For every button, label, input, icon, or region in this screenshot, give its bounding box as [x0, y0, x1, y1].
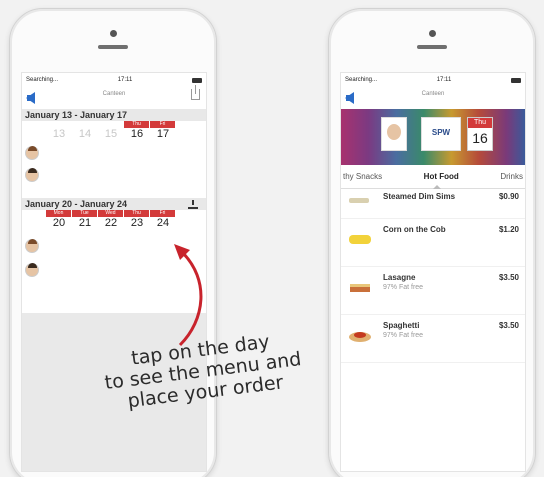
share-icon[interactable] — [191, 85, 200, 100]
day-cell[interactable]: 14 — [72, 121, 98, 140]
tab-hot-food[interactable]: Hot Food — [424, 172, 459, 181]
week-range: January 13 - January 17 — [22, 109, 206, 121]
clock: 17:11 — [117, 77, 133, 83]
day-number: 21 — [78, 217, 92, 229]
item-price: $3.50 — [498, 321, 519, 330]
calendar-day: Thu — [468, 118, 492, 128]
speaker — [417, 45, 447, 49]
day-number: 22 — [104, 217, 118, 229]
week-range: January 20 - January 24 — [22, 198, 206, 210]
battery-icon — [510, 77, 521, 83]
day-name: Wed — [98, 210, 124, 217]
day-name: Fri — [150, 210, 176, 217]
week-section: January 13 - January 17 13 14 15 Thu 16 F… — [22, 109, 206, 182]
red-arrow-annotation — [174, 244, 203, 347]
camera — [109, 30, 117, 37]
item-price: $3.50 — [498, 273, 519, 282]
status-bar: Searching... 17:11 — [22, 73, 206, 87]
calendar-icon: Thu 16 — [467, 117, 493, 151]
day-cell[interactable]: 13 — [46, 121, 72, 140]
right-phone: Searching... 17:11 Canteen SPW Thu 16 th… — [328, 8, 536, 477]
day-cell[interactable]: Fri 24 — [150, 210, 176, 229]
speaker — [98, 45, 128, 49]
right-screen: Searching... 17:11 Canteen SPW Thu 16 th… — [340, 72, 526, 472]
item-desc: 97% Fat free — [383, 284, 424, 291]
nav-title: Canteen — [421, 91, 445, 97]
spaghetti-icon — [349, 332, 371, 342]
day-number: 14 — [78, 128, 92, 140]
school-banner: SPW Thu 16 — [341, 109, 525, 165]
day-name: Tue — [72, 210, 98, 217]
nav-bar: Canteen — [341, 87, 525, 109]
child-photo — [381, 117, 407, 151]
item-name: Corn on the Cob — [383, 225, 446, 234]
menu-item[interactable]: Spaghetti 97% Fat free $3.50 — [341, 315, 525, 363]
menu-item[interactable]: Steamed Dim Sims $0.90 — [341, 189, 525, 219]
nav-title: Canteen — [102, 91, 126, 97]
clock: 17:11 — [436, 77, 452, 83]
day-number: 16 — [130, 128, 144, 140]
carrier: Searching... — [345, 77, 378, 83]
lasagne-icon — [350, 284, 370, 292]
day-cell[interactable]: Wed 22 — [98, 210, 124, 229]
item-price: $0.90 — [498, 192, 519, 201]
day-number: 20 — [52, 217, 66, 229]
day-number: 23 — [130, 217, 144, 229]
day-cell[interactable]: Thu 23 — [124, 210, 150, 229]
day-row: 13 14 15 Thu 16 Fri 17 — [22, 121, 206, 140]
child-avatar-boy[interactable] — [25, 168, 39, 182]
download-icon[interactable] — [188, 200, 198, 209]
child-avatar-boy[interactable] — [25, 263, 39, 277]
item-name: Steamed Dim Sims — [383, 192, 456, 201]
battery-icon — [191, 77, 202, 83]
day-name: Thu — [124, 210, 150, 217]
camera — [428, 30, 436, 37]
carrier: Searching... — [26, 77, 59, 83]
day-cell[interactable]: Tue 21 — [72, 210, 98, 229]
item-price: $1.20 — [498, 225, 519, 234]
day-row: Mon 20 Tue 21 Wed 22 Thu 23 Fri 24 — [22, 210, 206, 229]
item-name: Spaghetti — [383, 321, 420, 330]
item-name: Lasagne — [383, 273, 416, 282]
day-number: 15 — [104, 128, 118, 140]
school-logo: SPW — [421, 117, 461, 151]
child-avatar-girl[interactable] — [25, 146, 39, 160]
day-cell[interactable]: Thu 16 — [124, 121, 150, 140]
day-number: 17 — [156, 128, 170, 140]
tab-drinks[interactable]: Drinks — [500, 172, 523, 181]
day-cell[interactable]: Mon 20 — [46, 210, 72, 229]
status-bar: Searching... 17:11 — [341, 73, 525, 87]
school-logo-text: SPW — [431, 128, 451, 137]
child-avatar-girl[interactable] — [25, 239, 39, 253]
day-name: Mon — [46, 210, 72, 217]
item-desc: 97% Fat free — [383, 332, 424, 339]
nav-bar: Canteen — [22, 85, 206, 109]
day-number: 13 — [52, 128, 66, 140]
menu-item[interactable]: Lasagne 97% Fat free $3.50 — [341, 267, 525, 315]
day-name: Thu — [124, 121, 150, 128]
day-cell[interactable]: 15 — [98, 121, 124, 140]
corn-icon — [349, 235, 371, 244]
dim-sim-icon — [349, 198, 369, 203]
calendar-number: 16 — [472, 130, 488, 146]
day-number: 24 — [156, 217, 170, 229]
tab-snacks[interactable]: thy Snacks — [343, 172, 382, 181]
menu-item[interactable]: Corn on the Cob $1.20 — [341, 219, 525, 267]
day-cell[interactable]: Fri 17 — [150, 121, 176, 140]
day-name: Fri — [150, 121, 176, 128]
category-tabs: thy Snacks Hot Food Drinks — [341, 165, 525, 189]
